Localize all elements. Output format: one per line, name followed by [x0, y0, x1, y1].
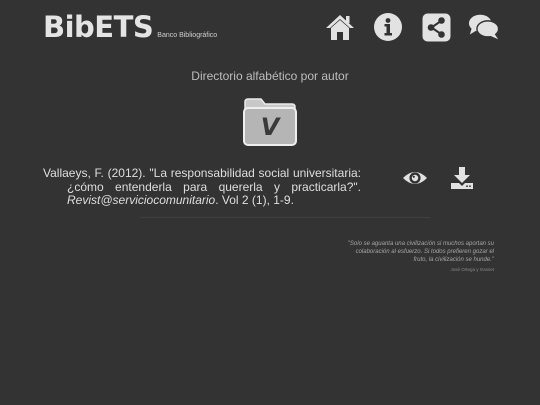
share-icon[interactable]	[420, 11, 452, 43]
entry-volume: . Vol 2 (1), 1-9.	[215, 193, 294, 207]
journal-name: Revist@serviciocomunitario	[67, 193, 216, 207]
quote-text: "Solo se aguanta una civilización si muc…	[347, 241, 494, 263]
download-icon[interactable]	[450, 166, 474, 190]
quote-author: José Ortega y Gasset	[450, 267, 494, 272]
folder-icon[interactable]: V	[242, 97, 298, 147]
chat-icon[interactable]	[468, 11, 500, 43]
brand-logo[interactable]: BibETS Banco Bibliográfico	[43, 10, 217, 44]
eye-icon[interactable]	[402, 169, 428, 187]
entry-actions	[402, 166, 474, 190]
info-icon[interactable]	[372, 11, 404, 43]
page-title: Directorio alfabético por autor	[191, 69, 349, 83]
entry-text: Vallaeys, F. (2012). "La responsabilidad…	[43, 166, 361, 194]
top-nav	[324, 11, 500, 43]
folder-letter: V	[260, 113, 280, 141]
divider	[140, 217, 430, 218]
quote: "Solo se aguanta una civilización si muc…	[344, 240, 494, 274]
brand-tagline: Banco Bibliográfico	[157, 32, 218, 39]
bibliography-entry: Vallaeys, F. (2012). "La responsabilidad…	[43, 166, 361, 208]
brand-name: BibETS	[43, 10, 154, 44]
home-icon[interactable]	[324, 11, 356, 43]
